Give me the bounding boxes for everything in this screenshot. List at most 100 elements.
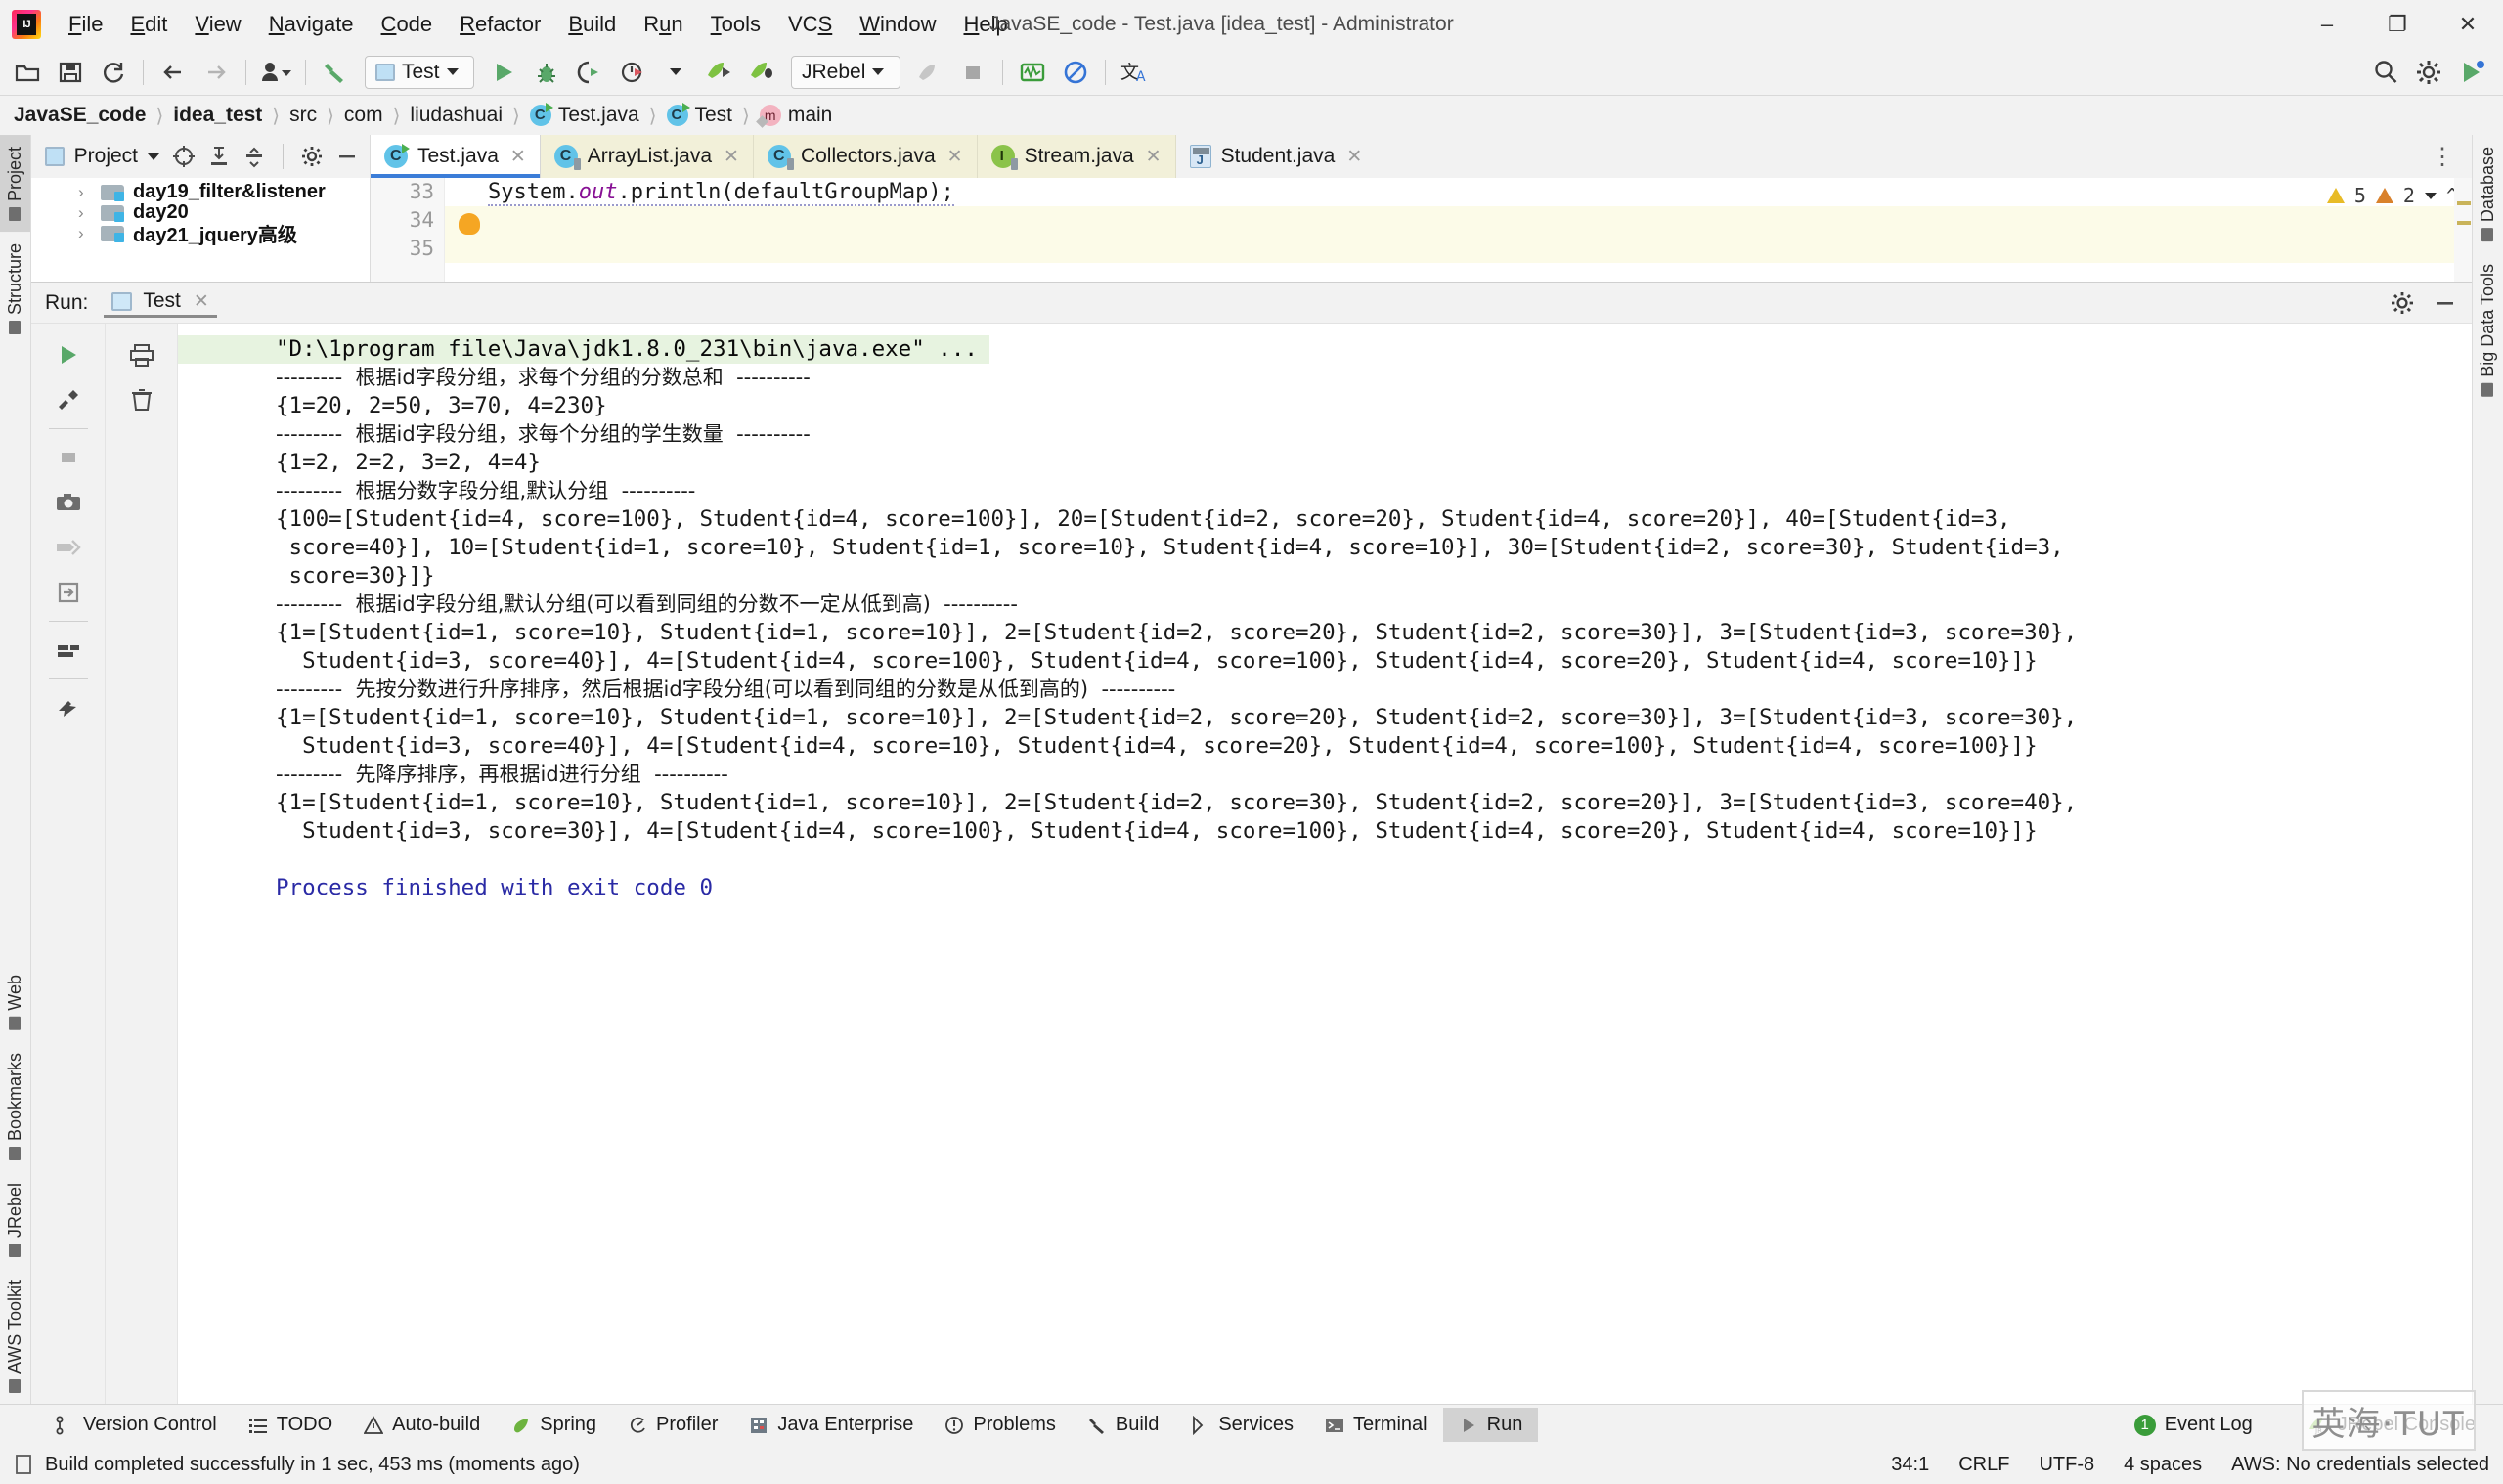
sidebar-item-jrebel[interactable]: JRebel — [0, 1171, 30, 1268]
breadcrumb-item-test-class[interactable]: Test — [667, 104, 733, 127]
project-tree[interactable]: › day19_filter&listener › day20 › — [31, 178, 370, 282]
tree-item-day21[interactable]: › day21_jquery高级 — [31, 223, 370, 243]
chevron-down-icon[interactable] — [148, 153, 159, 160]
code-line-34[interactable] — [445, 206, 2472, 235]
close-icon[interactable]: ✕ — [194, 290, 209, 313]
menu-vcs[interactable]: VCS — [774, 8, 846, 41]
bottom-item-java-enterprise[interactable]: Java Enterprise — [733, 1408, 929, 1442]
menu-navigate[interactable]: Navigate — [255, 8, 368, 41]
run-play-icon[interactable] — [485, 54, 522, 91]
menu-build[interactable]: Build — [554, 8, 630, 41]
bottom-item-todo[interactable]: TODO — [233, 1408, 348, 1442]
jrebel-run-icon[interactable] — [700, 54, 737, 91]
aws-credentials[interactable]: AWS: No credentials selected — [2231, 1454, 2489, 1476]
bottom-item-auto-build[interactable]: Auto-build — [348, 1408, 496, 1442]
trace-icon[interactable] — [47, 526, 90, 569]
menu-edit[interactable]: Edit — [116, 8, 181, 41]
arrow-left-icon[interactable] — [154, 54, 192, 91]
plugin-update-icon[interactable] — [2453, 54, 2490, 91]
chevron-down-icon[interactable] — [2425, 193, 2437, 199]
print-icon[interactable] — [120, 333, 163, 376]
jrebel-debug-icon[interactable] — [743, 54, 780, 91]
bottom-item-problems[interactable]: Problems — [929, 1408, 1071, 1442]
menu-window[interactable]: Window — [846, 8, 949, 41]
translate-icon[interactable]: 文A — [1117, 54, 1154, 91]
debug-bug-icon[interactable] — [528, 54, 565, 91]
run-configuration-selector[interactable]: Test — [365, 56, 474, 89]
refresh-icon[interactable] — [95, 54, 132, 91]
close-icon[interactable]: ✕ — [947, 146, 963, 168]
close-button[interactable]: ✕ — [2433, 0, 2503, 49]
bottom-item-profiler[interactable]: Profiler — [612, 1408, 733, 1442]
error-stripe[interactable] — [2454, 178, 2472, 282]
stop-icon[interactable] — [47, 436, 90, 479]
breadcrumb-item-main-method[interactable]: main — [760, 104, 833, 127]
activity-monitor-icon[interactable] — [1014, 54, 1051, 91]
bottom-item-spring[interactable]: Spring — [496, 1408, 612, 1442]
code-line-35[interactable] — [445, 235, 2472, 263]
menu-tools[interactable]: Tools — [697, 8, 774, 41]
jrebel-selector[interactable]: JRebel — [791, 56, 900, 89]
screenshot-icon[interactable] — [47, 481, 90, 524]
code-line-33[interactable]: System.out.println(defaultGroupMap); — [445, 178, 2472, 206]
hammer-icon[interactable] — [317, 54, 354, 91]
select-opened-file-icon[interactable] — [169, 142, 198, 171]
bottom-item-build[interactable]: Build — [1072, 1408, 1174, 1442]
run-with-coverage-icon[interactable] — [571, 54, 608, 91]
bottom-item-version-control[interactable]: Version Control — [39, 1408, 233, 1442]
breadcrumb-item-src[interactable]: src — [289, 104, 317, 127]
hide-panel-icon[interactable] — [332, 142, 362, 171]
rerun-icon[interactable] — [47, 333, 90, 376]
line-separator[interactable]: CRLF — [1958, 1454, 2009, 1476]
hide-panel-icon[interactable] — [2431, 288, 2460, 318]
stop-square-icon[interactable] — [954, 54, 991, 91]
sidebar-item-structure[interactable]: Structure — [0, 232, 30, 345]
tab-arraylist-java[interactable]: ArrayList.java ✕ — [541, 135, 754, 178]
jrebel-stop-icon[interactable] — [911, 54, 948, 91]
search-magnifier-icon[interactable] — [2367, 54, 2404, 91]
indent-setting[interactable]: 4 spaces — [2124, 1454, 2202, 1476]
event-log-button[interactable]: 1 Event Log — [2119, 1408, 2268, 1442]
breadcrumb-item-test-java[interactable]: Test.java — [530, 104, 639, 127]
bottom-item-run[interactable]: Run — [1443, 1408, 1539, 1442]
breadcrumb-item-idea-test[interactable]: idea_test — [173, 104, 262, 127]
tab-student-java[interactable]: Student.java ✕ — [1176, 135, 1377, 178]
breadcrumb-item-javase-code[interactable]: JavaSE_code — [14, 104, 146, 127]
forbid-icon[interactable] — [1057, 54, 1094, 91]
close-icon[interactable]: ✕ — [1146, 146, 1162, 168]
sidebar-item-project[interactable]: Project — [0, 135, 30, 232]
breadcrumb-item-com[interactable]: com — [344, 104, 383, 127]
tree-item-day19[interactable]: › day19_filter&listener — [31, 182, 370, 202]
tab-collectors-java[interactable]: Collectors.java ✕ — [754, 135, 978, 178]
user-avatar-icon[interactable] — [257, 54, 294, 91]
save-icon[interactable] — [52, 54, 89, 91]
close-icon[interactable]: ✕ — [724, 146, 739, 168]
delete-icon[interactable] — [120, 378, 163, 421]
run-tab-test[interactable]: Test ✕ — [104, 287, 216, 318]
tab-test-java[interactable]: Test.java ✕ — [371, 135, 541, 178]
file-encoding[interactable]: UTF-8 — [2039, 1454, 2094, 1476]
bottom-item-terminal[interactable]: Terminal — [1309, 1408, 1443, 1442]
chevron-right-icon[interactable]: › — [78, 183, 92, 202]
close-icon[interactable]: ✕ — [510, 146, 526, 168]
collapse-all-icon[interactable] — [240, 142, 269, 171]
intention-bulb-icon[interactable] — [459, 213, 480, 235]
gear-icon[interactable] — [2388, 288, 2417, 318]
bottom-item-services[interactable]: Services — [1174, 1408, 1309, 1442]
code-lines[interactable]: System.out.println(defaultGroupMap); 5 2 — [445, 178, 2472, 282]
export-icon[interactable] — [47, 571, 90, 614]
chevron-down-icon-toolbar[interactable] — [657, 54, 694, 91]
expand-all-icon[interactable] — [204, 142, 234, 171]
sidebar-item-big-data-tools[interactable]: Big Data Tools — [2473, 252, 2503, 408]
menu-code[interactable]: Code — [368, 8, 447, 41]
inspection-widget[interactable]: 5 2 ^ — [2327, 184, 2458, 207]
menu-file[interactable]: File — [55, 8, 116, 41]
caret-position[interactable]: 34:1 — [1891, 1454, 1929, 1476]
profiler-clock-icon[interactable] — [614, 54, 651, 91]
maximize-restore-button[interactable]: ❐ — [2362, 0, 2433, 49]
minimize-button[interactable]: – — [2292, 0, 2362, 49]
close-icon[interactable]: ✕ — [1346, 146, 1362, 168]
modify-run-configuration-icon[interactable] — [47, 378, 90, 421]
menu-refactor[interactable]: Refactor — [446, 8, 554, 41]
gear-icon[interactable] — [297, 142, 327, 171]
